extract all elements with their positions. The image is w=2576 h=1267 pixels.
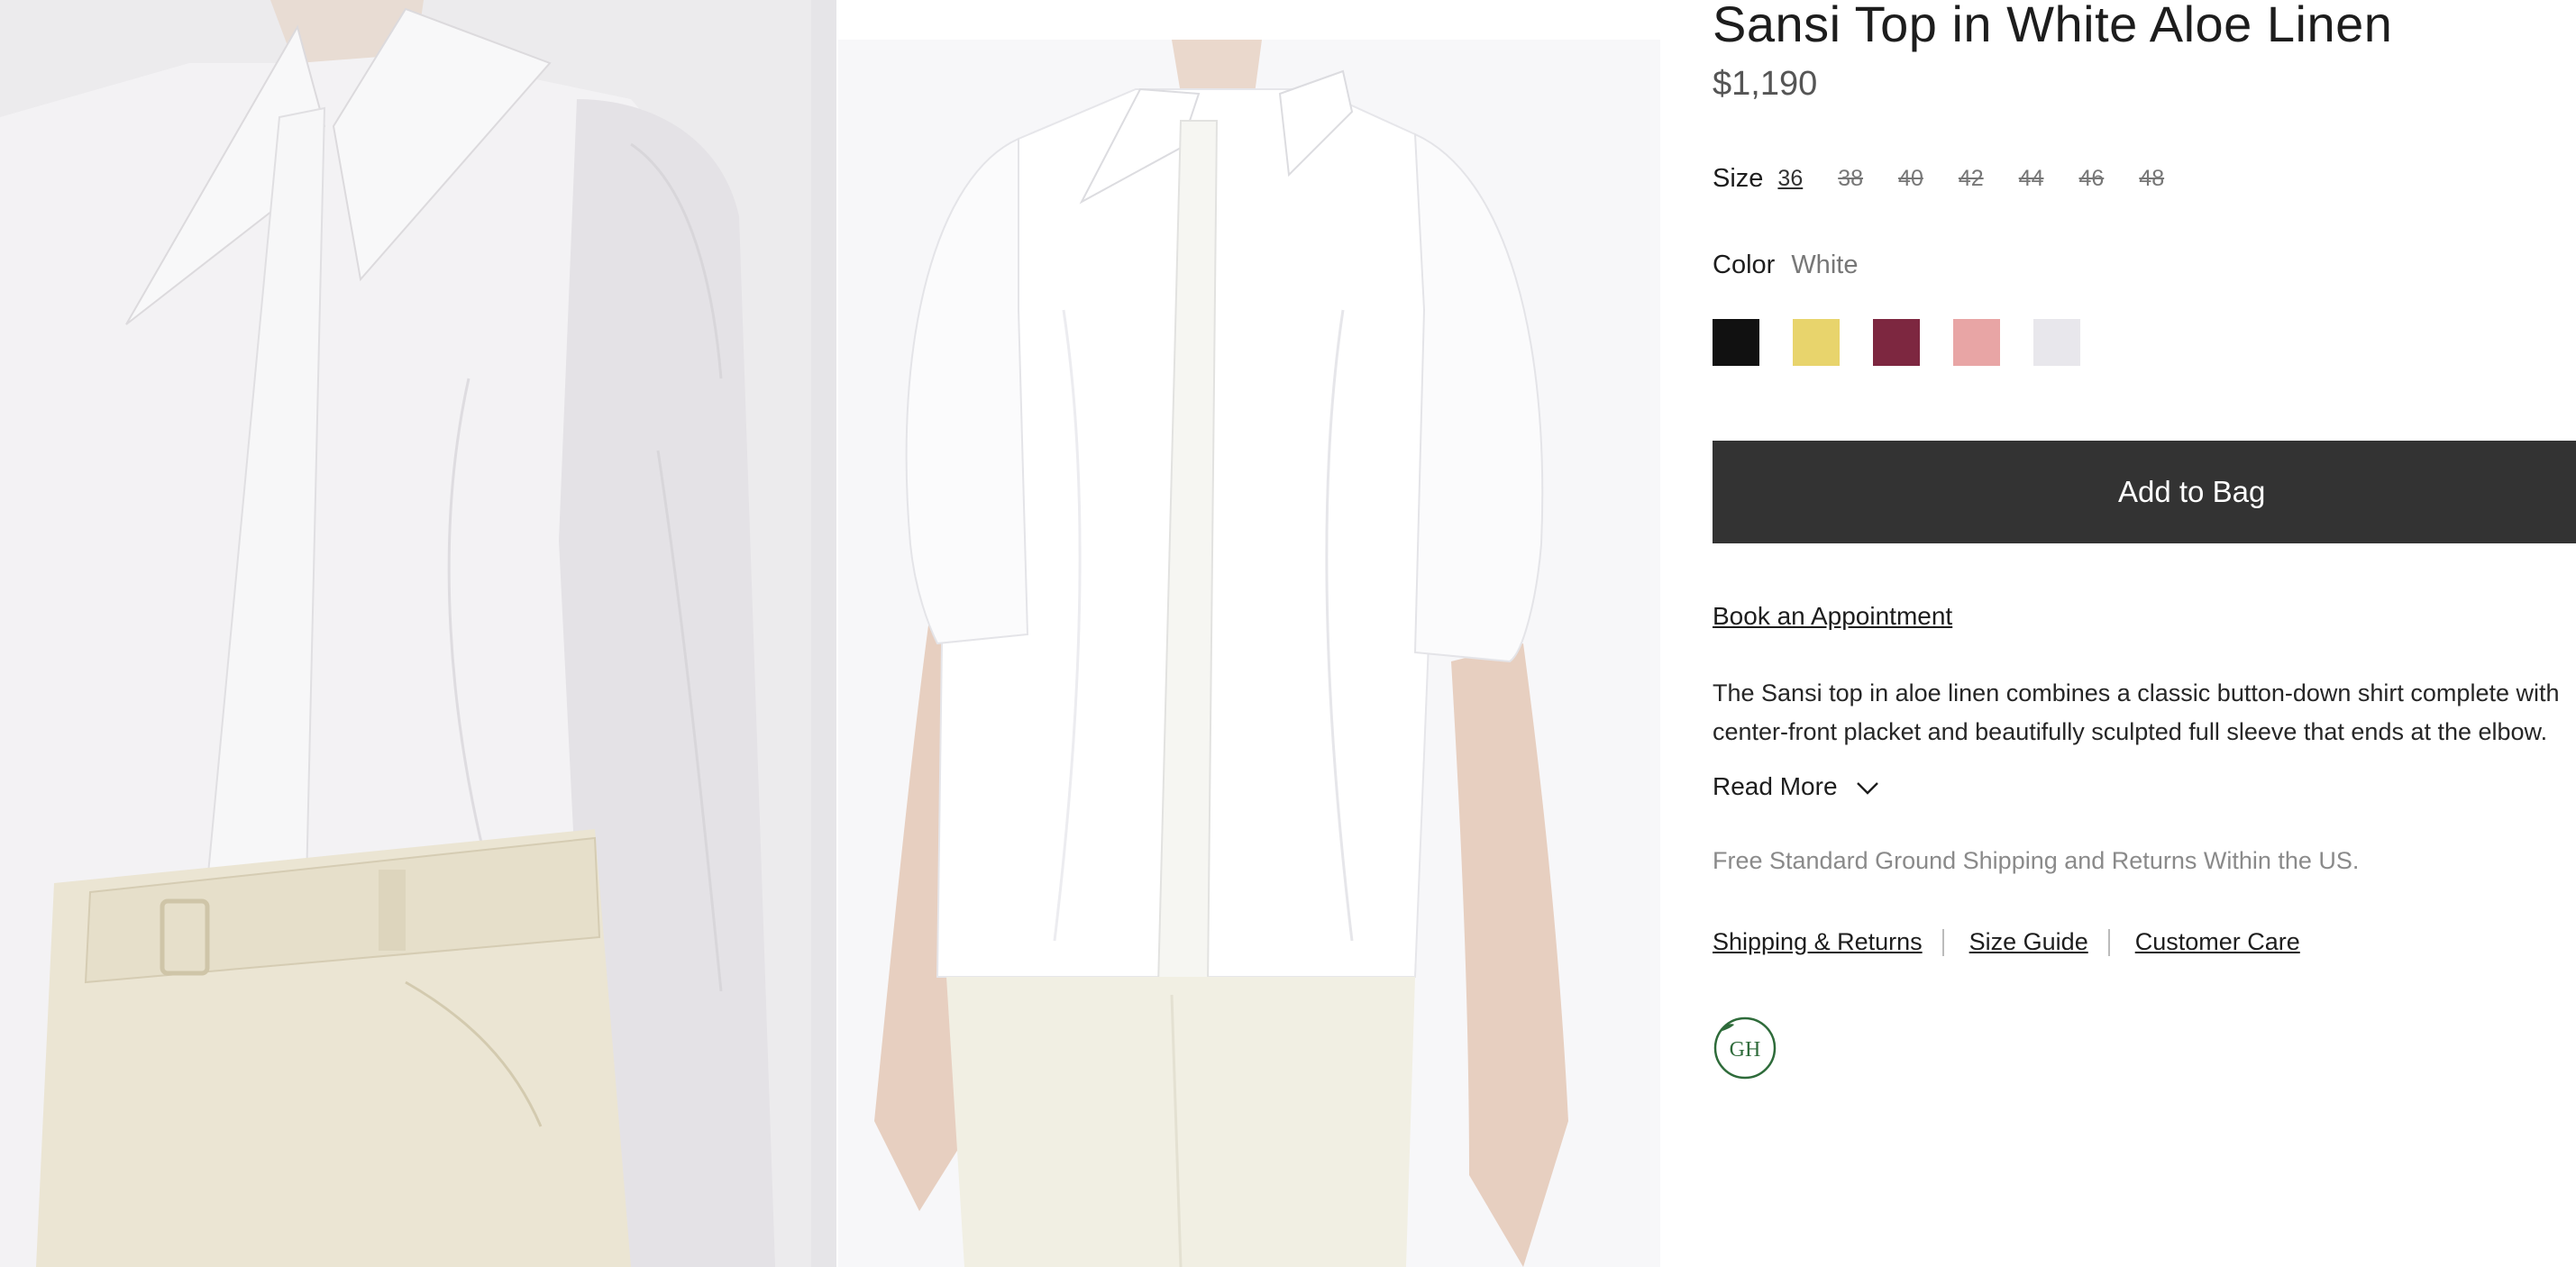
- info-links: Shipping & Returns Size Guide Customer C…: [1713, 928, 2300, 956]
- sustainability-badge: GH: [1713, 1016, 1777, 1080]
- shipping-note: Free Standard Ground Shipping and Return…: [1713, 847, 2360, 874]
- size-option-38[interactable]: 38: [1838, 166, 1863, 192]
- link-divider: [1941, 928, 1944, 956]
- read-more-toggle[interactable]: Read More: [1713, 771, 1879, 802]
- color-swatch-black[interactable]: [1713, 319, 1759, 366]
- product-page: Sansi Top in White Aloe Linen $1,190 Siz…: [0, 0, 2576, 1267]
- shipping-returns-link[interactable]: Shipping & Returns: [1713, 928, 1923, 956]
- chevron-down-icon: [1856, 773, 1879, 802]
- add-to-bag-label: Add to Bag: [2118, 475, 2266, 508]
- color-swatches: [1713, 319, 2114, 366]
- color-selector: Color White: [1713, 251, 1858, 280]
- customer-care-link[interactable]: Customer Care: [2135, 928, 2300, 956]
- color-swatch-pink[interactable]: [1953, 319, 2000, 366]
- color-label: Color: [1713, 251, 1776, 279]
- size-option-48[interactable]: 48: [2139, 166, 2164, 192]
- selected-color-name: White: [1791, 251, 1859, 279]
- size-option-46[interactable]: 46: [2078, 166, 2104, 192]
- badge-monogram: GH: [1730, 1038, 1761, 1062]
- size-label: Size: [1713, 164, 1764, 193]
- size-option-40[interactable]: 40: [1898, 166, 1923, 192]
- link-divider: [2107, 928, 2110, 956]
- color-swatch-burgundy[interactable]: [1873, 319, 1920, 366]
- read-more-label: Read More: [1713, 772, 1838, 800]
- size-option-36[interactable]: 36: [1777, 166, 1803, 192]
- size-selector: Size 36 38 40 42 44 46 48: [1713, 164, 2199, 194]
- book-appointment-link[interactable]: Book an Appointment: [1713, 602, 1952, 631]
- model-photo-illustration: [838, 40, 1660, 1267]
- description-line-2: center-front placket and beautifully scu…: [1713, 718, 2548, 745]
- size-guide-link[interactable]: Size Guide: [1969, 928, 2088, 956]
- add-to-bag-button[interactable]: Add to Bag: [1713, 441, 2576, 543]
- color-swatch-white[interactable]: [2033, 319, 2080, 366]
- leaf-icon: GH: [1713, 1016, 1777, 1080]
- product-description: The Sansi top in aloe linen combines a c…: [1713, 674, 2576, 752]
- color-swatch-yellow[interactable]: [1793, 319, 1840, 366]
- product-detail-image[interactable]: [0, 0, 836, 1267]
- product-price: $1,190: [1713, 65, 1818, 103]
- product-details-panel: Sansi Top in White Aloe Linen $1,190 Siz…: [1713, 0, 2576, 1267]
- detail-photo-illustration: [0, 0, 836, 1267]
- size-option-42[interactable]: 42: [1959, 166, 1984, 192]
- size-option-44[interactable]: 44: [2019, 166, 2044, 192]
- product-model-image[interactable]: [838, 40, 1660, 1267]
- description-line-1: The Sansi top in aloe linen combines a c…: [1713, 679, 2560, 706]
- product-title: Sansi Top in White Aloe Linen: [1713, 0, 2393, 52]
